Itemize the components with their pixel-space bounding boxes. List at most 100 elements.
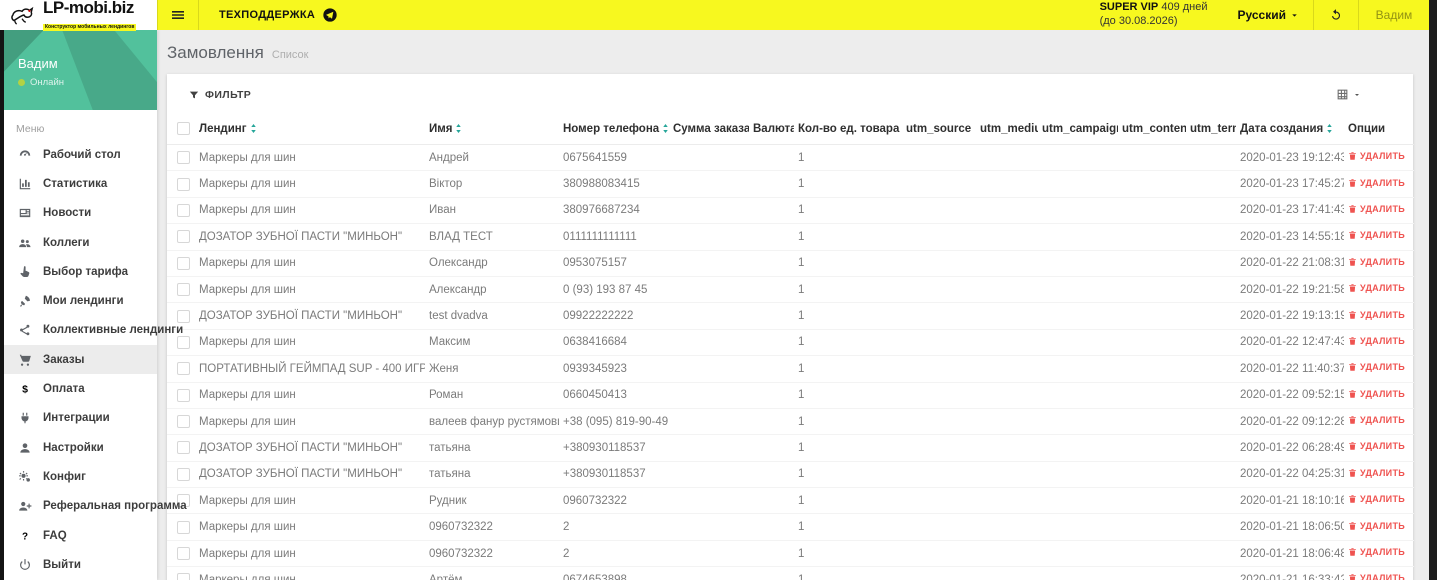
cell-sum: [669, 170, 749, 198]
topbar-username[interactable]: Вадим: [1359, 0, 1437, 30]
delete-button[interactable]: УДАЛИТЬ: [1348, 362, 1405, 372]
select-all-checkbox[interactable]: [177, 122, 190, 135]
support-button[interactable]: ТЕХПОДДЕРЖКА: [199, 0, 358, 30]
table-row: ДОЗАТОР ЗУБНОЇ ПАСТИ "МИНЬОН" test dvadv…: [167, 302, 1414, 330]
logo-title: LP-mobi.biz: [43, 0, 134, 17]
sidebar-item-payment[interactable]: Оплата: [4, 374, 157, 403]
filter-button[interactable]: ФИЛЬТР: [189, 89, 251, 101]
row-checkbox[interactable]: [177, 177, 190, 191]
sidebar-item-label: Рабочий стол: [43, 148, 121, 161]
row-checkbox[interactable]: [177, 362, 190, 376]
cell-phone: 0 (93) 193 87 45: [559, 276, 669, 304]
delete-button[interactable]: УДАЛИТЬ: [1348, 151, 1405, 161]
sidebar-item-tariff[interactable]: Выбор тарифа: [4, 257, 157, 286]
row-checkbox[interactable]: [177, 335, 190, 349]
hamburger-menu-button[interactable]: [157, 0, 199, 30]
delete-label: УДАЛИТЬ: [1360, 388, 1406, 399]
row-checkbox[interactable]: [177, 309, 190, 323]
cell-utm-medium: [976, 276, 1038, 304]
cell-utm-medium: [976, 144, 1038, 172]
cell-name: 0960732322: [425, 540, 559, 568]
sidebar-item-colleagues[interactable]: Коллеги: [4, 228, 157, 257]
cell-utm-content: [1118, 223, 1186, 251]
logo[interactable]: LP-mobi.biz Конструктор мобильных лендин…: [0, 0, 157, 31]
chevron-down-icon: [1290, 11, 1299, 20]
delete-button[interactable]: УДАЛИТЬ: [1348, 257, 1405, 267]
row-checkbox[interactable]: [177, 256, 190, 270]
delete-label: УДАЛИТЬ: [1360, 362, 1406, 373]
sidebar-item-dashboard[interactable]: Рабочий стол: [4, 140, 157, 169]
row-checkbox[interactable]: [177, 573, 190, 580]
delete-label: УДАЛИТЬ: [1360, 309, 1406, 320]
cell-utm-source: [902, 487, 976, 515]
cell-created: 2020-01-21 18:06:50: [1236, 513, 1344, 541]
sidebar-item-settings[interactable]: Настройки: [4, 433, 157, 462]
delete-button[interactable]: УДАЛИТЬ: [1348, 521, 1405, 531]
delete-button[interactable]: УДАЛИТЬ: [1348, 204, 1405, 214]
trash-icon: [1348, 494, 1357, 504]
column-header-phone[interactable]: Номер телефона: [559, 113, 669, 145]
cell-qty: 1: [794, 434, 902, 462]
table-row: Маркеры для шин Иван 380976687234 1 2020…: [167, 197, 1414, 225]
scrollbar[interactable]: [1429, 0, 1437, 580]
column-header-created[interactable]: Дата создания: [1236, 113, 1344, 145]
sidebar-item-collective-landings[interactable]: Коллективные лендинги: [4, 316, 183, 345]
row-checkbox[interactable]: [177, 441, 190, 455]
delete-button[interactable]: УДАЛИТЬ: [1348, 310, 1405, 320]
row-checkbox[interactable]: [177, 151, 190, 165]
row-checkbox[interactable]: [177, 415, 190, 429]
table-row: Маркеры для шин Александр 0 (93) 193 87 …: [167, 276, 1414, 304]
delete-button[interactable]: УДАЛИТЬ: [1348, 389, 1405, 399]
delete-button[interactable]: УДАЛИТЬ: [1348, 494, 1405, 504]
cell-utm-term: [1186, 382, 1236, 409]
cell-name: 0960732322: [425, 513, 559, 541]
row-checkbox[interactable]: [177, 203, 190, 217]
delete-button[interactable]: УДАЛИТЬ: [1348, 468, 1405, 478]
sidebar-item-logout[interactable]: Выйти: [4, 550, 157, 579]
cell-currency: [749, 461, 794, 489]
delete-button[interactable]: УДАЛИТЬ: [1348, 547, 1405, 557]
sidebar-item-news[interactable]: Новости: [4, 199, 157, 228]
refresh-button[interactable]: [1313, 0, 1359, 30]
sidebar-item-config[interactable]: Конфиг: [4, 462, 157, 491]
row-checkbox[interactable]: [177, 520, 190, 534]
columns-toggle-button[interactable]: [1336, 88, 1399, 101]
cell-utm-term: [1186, 566, 1236, 580]
row-checkbox[interactable]: [177, 547, 190, 561]
column-header-landing[interactable]: Лендинг: [195, 113, 425, 145]
delete-button[interactable]: УДАЛИТЬ: [1348, 573, 1405, 580]
cell-utm-medium: [976, 408, 1038, 436]
row-checkbox[interactable]: [177, 388, 190, 402]
delete-button[interactable]: УДАЛИТЬ: [1348, 336, 1405, 346]
cell-sum: [669, 250, 749, 277]
cell-utm-source: [902, 408, 976, 436]
sidebar-item-my-landings[interactable]: Мои лендинги: [4, 286, 157, 315]
sidebar-user-name: Вадим: [18, 56, 58, 71]
sidebar-item-integrations[interactable]: Интеграции: [4, 404, 157, 433]
sidebar-item-faq[interactable]: FAQ: [4, 521, 157, 550]
delete-button[interactable]: УДАЛИТЬ: [1348, 178, 1405, 188]
sidebar-item-stats[interactable]: Статистика: [4, 169, 157, 198]
delete-button[interactable]: УДАЛИТЬ: [1348, 230, 1405, 240]
cell-utm-content: [1118, 487, 1186, 515]
delete-button[interactable]: УДАЛИТЬ: [1348, 415, 1405, 425]
column-header-utm-term: utm_term: [1186, 113, 1236, 145]
language-selector[interactable]: Русский: [1224, 8, 1314, 22]
delete-button[interactable]: УДАЛИТЬ: [1348, 283, 1405, 293]
cell-utm-term: [1186, 434, 1236, 462]
sidebar-item-icon: [18, 441, 32, 455]
row-checkbox[interactable]: [177, 467, 190, 481]
column-header-name[interactable]: Имя: [425, 113, 559, 145]
table-row: Маркеры для шин 0960732322 2 1 2020-01-2…: [167, 540, 1414, 568]
cell-qty: 1: [794, 223, 902, 251]
refresh-icon: [1329, 8, 1343, 22]
row-checkbox[interactable]: [177, 230, 190, 244]
row-checkbox[interactable]: [177, 283, 190, 297]
cell-landing: ПОРТАТИВНЫЙ ГЕЙМПАД SUP - 400 ИГР В 1: [195, 355, 425, 383]
sidebar-item-orders[interactable]: Заказы: [4, 345, 157, 375]
cell-landing: Маркеры для шин: [195, 487, 425, 515]
sidebar-item-referral[interactable]: Реферальная программа: [4, 492, 187, 521]
cell-utm-source: [902, 540, 976, 568]
cell-utm-term: [1186, 329, 1236, 357]
delete-button[interactable]: УДАЛИТЬ: [1348, 441, 1405, 451]
